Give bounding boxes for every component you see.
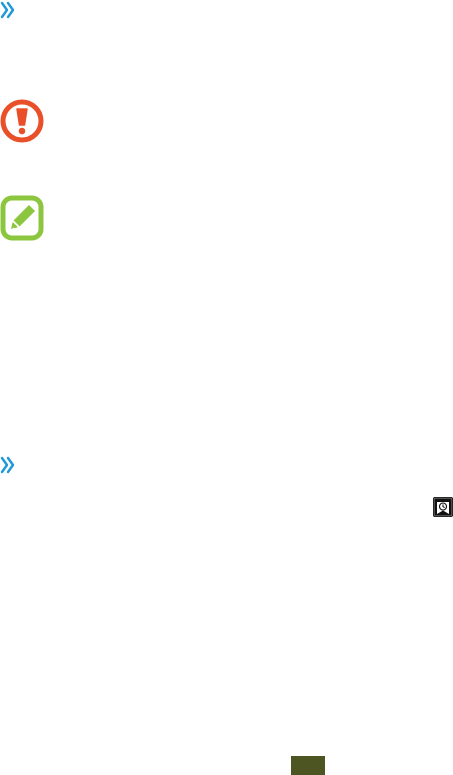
section-marker-icon [0, 0, 16, 20]
section-marker-icon [0, 455, 16, 475]
note-pen-icon [0, 195, 44, 241]
recent-clock-icon [433, 497, 453, 517]
warning-exclamation-icon [0, 99, 44, 143]
page-number-tab [291, 756, 325, 775]
